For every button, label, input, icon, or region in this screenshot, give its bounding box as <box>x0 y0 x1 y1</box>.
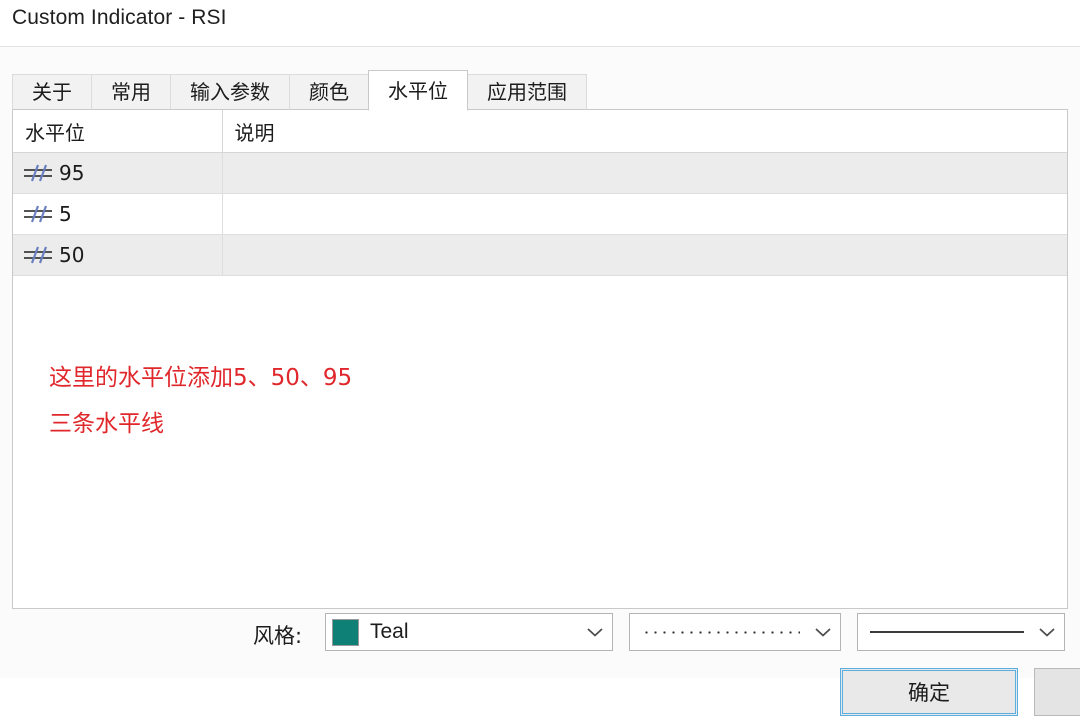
horizontal-level-icon <box>24 164 52 182</box>
level-cell[interactable]: 5 <box>13 193 223 235</box>
line-width-preview <box>858 614 1030 650</box>
column-header-description: 说明 <box>222 110 1067 153</box>
annotation-line-1: 这里的水平位添加5、50、95 <box>49 365 353 391</box>
chevron-down-icon[interactable] <box>1030 614 1064 650</box>
tab-colors[interactable]: 颜色 <box>289 74 369 110</box>
horizontal-level-icon <box>24 246 52 264</box>
level-cell[interactable]: 50 <box>13 234 223 276</box>
tab-about[interactable]: 关于 <box>12 74 92 110</box>
cancel-button[interactable] <box>1034 668 1080 716</box>
annotation-line-2: 三条水平线 <box>49 411 164 437</box>
level-value: 50 <box>59 243 85 267</box>
horizontal-level-icon <box>24 205 52 223</box>
style-label: 风格: <box>253 624 303 648</box>
description-cell[interactable] <box>222 193 1067 235</box>
levels-panel: 水平位 说明 95 5 50 这里的水平位添加5、50、95 三条水平线 <box>12 109 1068 609</box>
table-row[interactable]: 95 <box>13 152 1067 194</box>
description-cell[interactable] <box>222 234 1067 276</box>
page-title: Custom Indicator - RSI <box>12 6 227 29</box>
table-header-row: 水平位 说明 <box>13 110 1067 153</box>
chevron-down-icon[interactable] <box>806 614 840 650</box>
tab-inputs[interactable]: 输入参数 <box>170 74 290 110</box>
solid-line-sample <box>870 631 1024 633</box>
dotted-line-sample <box>642 630 800 634</box>
line-style-select[interactable] <box>629 613 841 651</box>
tab-levels[interactable]: 水平位 <box>368 70 468 111</box>
dialog-body: 关于 常用 输入参数 颜色 水平位 应用范围 水平位 说明 95 5 50 这里… <box>0 46 1080 716</box>
chevron-down-icon[interactable] <box>578 614 612 650</box>
description-cell[interactable] <box>222 152 1067 194</box>
annotation-note: 这里的水平位添加5、50、95 三条水平线 <box>49 355 352 447</box>
ok-button[interactable]: 确定 <box>840 668 1018 716</box>
level-cell[interactable]: 95 <box>13 152 223 194</box>
table-row[interactable]: 5 <box>13 193 1067 235</box>
style-row: 风格: Teal <box>0 613 1080 653</box>
line-color-value: Teal <box>370 620 409 643</box>
level-value: 5 <box>59 202 72 226</box>
line-style-preview <box>630 614 806 650</box>
line-color-select[interactable]: Teal <box>325 613 613 651</box>
tab-common[interactable]: 常用 <box>91 74 171 110</box>
tab-strip: 关于 常用 输入参数 颜色 水平位 应用范围 <box>12 70 587 111</box>
levels-table: 水平位 说明 95 5 50 <box>13 110 1067 276</box>
line-width-select[interactable] <box>857 613 1065 651</box>
table-row[interactable]: 50 <box>13 234 1067 276</box>
column-header-level: 水平位 <box>13 110 223 153</box>
color-swatch <box>332 618 359 646</box>
tab-visualization[interactable]: 应用范围 <box>467 74 587 110</box>
level-value: 95 <box>59 161 85 185</box>
